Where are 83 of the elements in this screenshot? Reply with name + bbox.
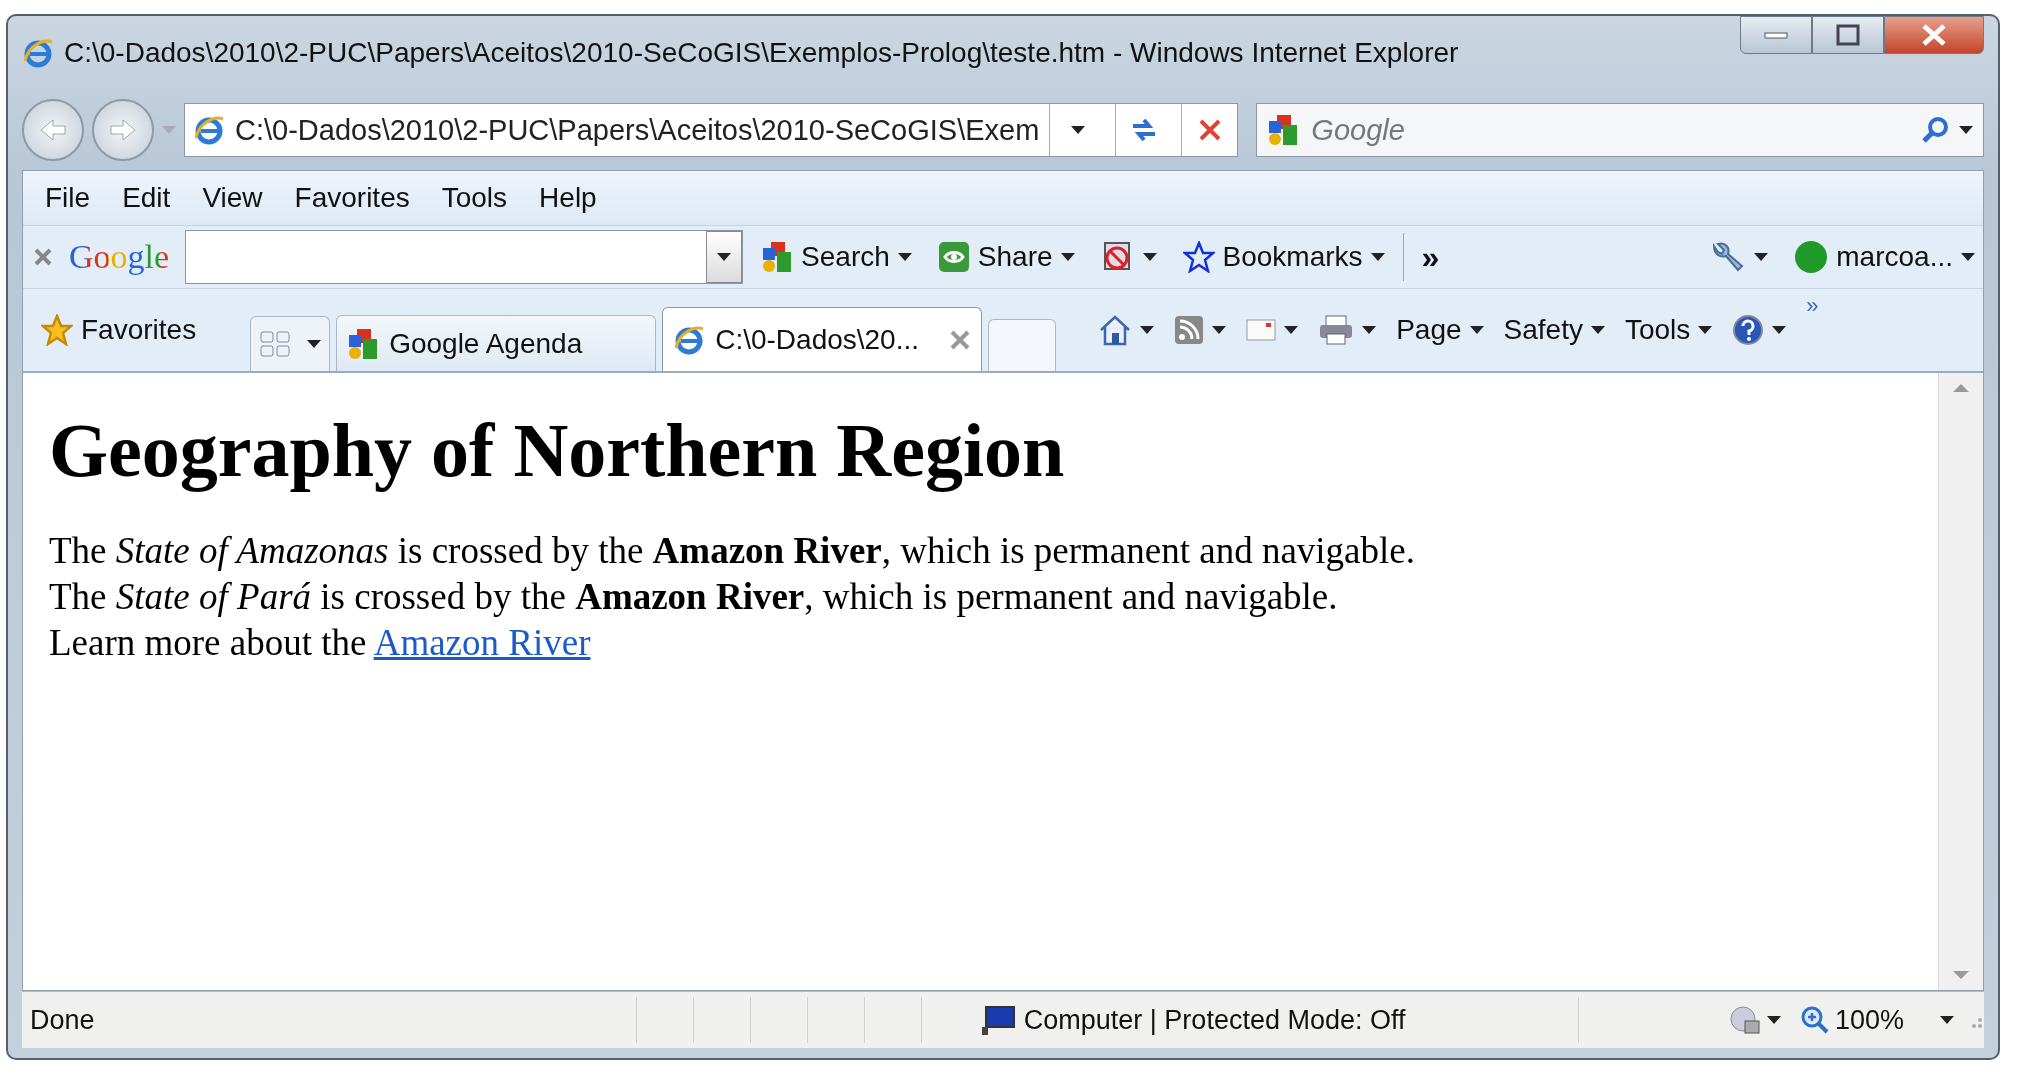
page-heading: Geography of Northern Region [49,407,1066,494]
close-icon[interactable] [33,247,53,267]
search-icon[interactable] [1921,116,1949,144]
more-button[interactable]: » [1413,234,1448,280]
security-zone-text: Computer | Protected Mode: Off [1023,1004,1406,1036]
caret-icon [1959,125,1973,135]
close-icon[interactable] [949,328,972,351]
caret-icon [1961,252,1975,262]
google-icon [347,326,380,361]
window-title: C:\0-Dados\2010\2-PUC\Papers\Aceitos\2010-SeCoGIS\Exemplos-Prolog\teste.htm - Windows Internet Explorer [64,37,1459,69]
menu-item[interactable]: Tools [427,178,522,218]
more-button[interactable]: » [1800,293,1825,319]
arrow-right-icon [109,118,137,142]
help-icon [1732,314,1765,346]
caret-icon [1212,325,1227,335]
search-box[interactable]: Google [1256,103,1984,157]
paragraph-line: The State of Pará is crossed by the Amazon River, which is permanent and navigable. [49,575,1339,619]
menu-item[interactable]: Help [525,178,611,218]
close-button[interactable] [1884,16,1984,54]
share-icon [937,241,970,273]
caret-icon [897,252,912,262]
caret-icon [1370,252,1385,262]
computer-icon [981,1005,1016,1035]
caret-icon [1284,325,1299,335]
arrow-left-icon [39,118,67,142]
browser-tab[interactable]: C:\0-Dados\20... [662,307,983,371]
caret-icon [1140,325,1155,335]
zoom-button[interactable]: 100% [1790,1004,1964,1036]
browser-logo-icon [22,37,54,69]
feed-icon [1174,315,1205,345]
menu-button[interactable]: Tools [1616,310,1721,350]
caret-icon [1940,1015,1954,1025]
star-icon [41,314,73,346]
caret-icon [1469,325,1484,335]
link[interactable]: Amazon River [373,622,591,663]
caret-icon [1142,252,1157,262]
envelope-icon [1246,319,1277,341]
caret-icon [1362,325,1377,335]
menu-item[interactable]: Edit [108,178,185,218]
scroll-down-icon[interactable] [1953,970,1969,980]
bookmarks-button[interactable]: Bookmarks [1174,237,1393,277]
scrollbar[interactable] [1938,373,1983,990]
caret-icon [1766,1015,1781,1025]
status-text: Done [30,1004,95,1036]
caret-icon [1060,252,1075,262]
maximize-icon [1836,24,1860,46]
share-button[interactable]: Share [929,237,1083,277]
toolbar-search-field[interactable] [185,230,744,284]
menu-button[interactable]: Page [1388,310,1492,350]
star-icon [1182,241,1215,273]
zoom-icon [1800,1006,1829,1034]
minimize-button[interactable] [1740,16,1812,54]
caret-icon [1590,325,1605,335]
address-bar[interactable]: C:\0-Dados\2010\2-PUC\Papers\Aceitos\2010-SeCoGIS\Exem [184,103,1239,157]
google-icon [1267,113,1300,147]
menu-item[interactable]: Favorites [280,178,424,218]
google-icon [761,240,794,274]
scroll-up-icon[interactable] [1953,383,1969,393]
caret-icon [717,252,732,262]
menu-item[interactable]: File [31,178,105,218]
printer-icon [1318,314,1355,346]
caret-icon [1772,325,1787,335]
menu-button[interactable]: Safety [1495,310,1613,350]
status-dot-icon [1794,240,1829,274]
caret-icon [307,339,322,349]
paragraph-line: Learn more about the Amazon River [49,621,592,665]
search-field[interactable]: Google [1309,112,1911,148]
close-icon [1921,23,1947,47]
browser-tab[interactable]: Google Agenda [336,315,657,371]
search-button[interactable]: Search [753,236,920,278]
close-icon [1197,118,1222,142]
caret-icon [1698,325,1713,335]
browser-logo-icon [193,114,225,146]
maximize-button[interactable] [1812,16,1884,54]
grid-icon [259,330,292,358]
caret-icon [1070,125,1085,135]
favorites-button[interactable]: Favorites [33,295,205,365]
account-button[interactable]: marcoa... [1786,236,1983,278]
dropdown-button[interactable] [706,231,743,283]
caret-icon [1754,252,1769,262]
menu-item[interactable]: View [188,178,277,218]
paragraph-line: The State of Amazonas is crossed by the Amazon River, which is permanent and navigable. [49,529,1416,573]
minimize-icon [1764,30,1788,40]
